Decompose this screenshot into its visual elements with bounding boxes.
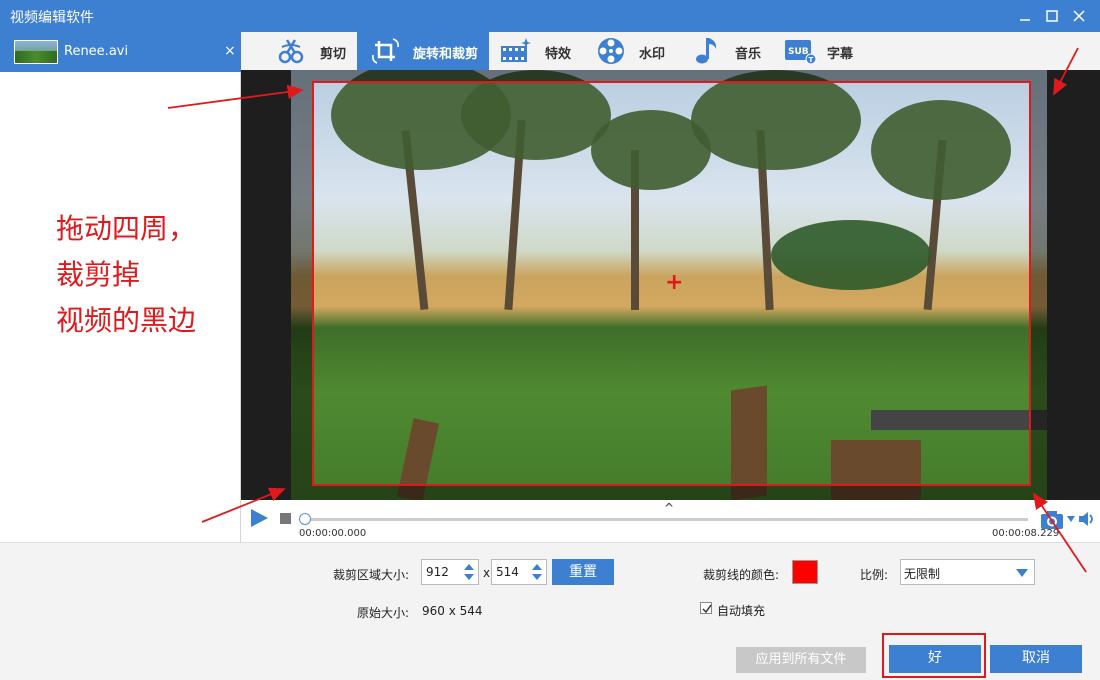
maximize-icon[interactable] xyxy=(1041,5,1063,27)
crop-size-label: 裁剪区域大小: xyxy=(333,568,410,582)
crop-line-color-label: 裁剪线的颜色: xyxy=(703,568,780,582)
stepper-arrows-icon[interactable] xyxy=(463,562,475,582)
collapse-chevron-icon[interactable]: ^ xyxy=(664,501,674,515)
file-list-item[interactable]: Renee.avi × xyxy=(0,32,241,72)
tab-rotate-crop[interactable]: 旋转和裁剪 xyxy=(357,32,489,70)
playback-bar: ^ 00:00:00.000 00:00:08.229 xyxy=(241,500,1100,542)
tab-label: 音乐 xyxy=(735,47,762,62)
chevron-down-icon[interactable] xyxy=(1067,516,1075,522)
stepper-arrows-icon[interactable] xyxy=(531,562,543,582)
svg-text:T: T xyxy=(809,56,814,64)
crop-width-value: 912 xyxy=(426,565,449,579)
original-size-value: 960 x 544 xyxy=(422,604,483,618)
camera-snapshot-icon[interactable] xyxy=(1040,510,1064,530)
crop-mask-top xyxy=(312,70,1031,81)
timeline-handle[interactable] xyxy=(299,513,311,525)
reset-button[interactable]: 重置 xyxy=(552,559,614,585)
chevron-down-icon xyxy=(1016,569,1028,577)
tab-label: 旋转和裁剪 xyxy=(413,47,479,62)
annotation-line: 视频的黑边 xyxy=(56,304,197,337)
crop-mask-right xyxy=(1031,70,1047,500)
crop-height-value: 514 xyxy=(496,565,519,579)
ratio-value: 无限制 xyxy=(904,567,941,581)
dimension-separator: x xyxy=(483,566,491,580)
title-bar: 视频编辑软件 xyxy=(0,0,1100,32)
ok-highlight-frame xyxy=(882,633,986,678)
autofill-label: 自动填充 xyxy=(717,604,766,618)
tab-music[interactable]: 音乐 xyxy=(691,32,771,70)
current-time: 00:00:00.000 xyxy=(299,528,367,539)
autofill-checkbox[interactable] xyxy=(700,602,712,614)
tab-label: 字幕 xyxy=(827,47,854,62)
timeline-track[interactable] xyxy=(303,518,1028,521)
tab-effects[interactable]: 特效 xyxy=(499,32,579,70)
annotation-line: 拖动四周， xyxy=(56,212,197,245)
video-preview: + xyxy=(241,70,1100,500)
tab-label: 剪切 xyxy=(320,47,347,62)
tool-tab-bar: 剪切 旋转和裁剪 特效 水印 音乐 SUB T 字幕 xyxy=(241,32,1100,70)
remove-file-icon[interactable]: × xyxy=(224,43,236,59)
file-list-panel: Renee.avi × 拖动四周， 裁剪掉 视频的黑边 xyxy=(0,32,241,542)
tab-label: 特效 xyxy=(545,47,572,62)
crop-center-icon: + xyxy=(665,270,684,295)
svg-text:SUB: SUB xyxy=(788,47,809,57)
crop-width-input[interactable]: 912 xyxy=(421,559,479,585)
subtitle-icon: SUB T xyxy=(785,40,817,65)
stop-icon[interactable] xyxy=(280,513,291,524)
file-name: Renee.avi xyxy=(64,44,129,59)
play-icon[interactable] xyxy=(249,508,269,528)
annotation-line: 裁剪掉 xyxy=(56,258,141,291)
volume-icon[interactable] xyxy=(1077,509,1097,529)
crop-settings-panel: 裁剪区域大小: 912 x 514 重置 原始大小: 960 x 544 裁剪线… xyxy=(0,542,1100,680)
ratio-select[interactable]: 无限制 xyxy=(900,559,1035,585)
video-thumbnail xyxy=(14,40,58,64)
tab-label: 水印 xyxy=(639,47,666,62)
cancel-button[interactable]: 取消 xyxy=(990,645,1082,673)
original-size-label: 原始大小: xyxy=(357,606,410,620)
crop-height-input[interactable]: 514 xyxy=(491,559,547,585)
watermark-reel-icon xyxy=(598,38,624,64)
window-title: 视频编辑软件 xyxy=(10,10,94,26)
ratio-label: 比例: xyxy=(860,568,889,582)
crop-line-color-swatch[interactable] xyxy=(792,560,818,584)
tab-subtitle[interactable]: SUB T 字幕 xyxy=(783,32,873,70)
checkmark-icon xyxy=(702,604,712,614)
scissors-icon xyxy=(278,39,304,64)
tab-watermark[interactable]: 水印 xyxy=(595,32,675,70)
crop-mask-bottom xyxy=(312,486,1031,500)
instruction-annotation: 拖动四周， 裁剪掉 视频的黑边 xyxy=(56,206,196,344)
minimize-icon[interactable] xyxy=(1014,5,1036,27)
effects-film-icon xyxy=(501,38,531,62)
crop-mask-left xyxy=(291,70,312,500)
tab-cut[interactable]: 剪切 xyxy=(274,32,354,70)
crop-rotate-icon xyxy=(372,38,399,64)
music-note-icon xyxy=(696,38,717,64)
apply-to-all-button[interactable]: 应用到所有文件 xyxy=(736,647,866,673)
close-icon[interactable] xyxy=(1068,5,1090,27)
